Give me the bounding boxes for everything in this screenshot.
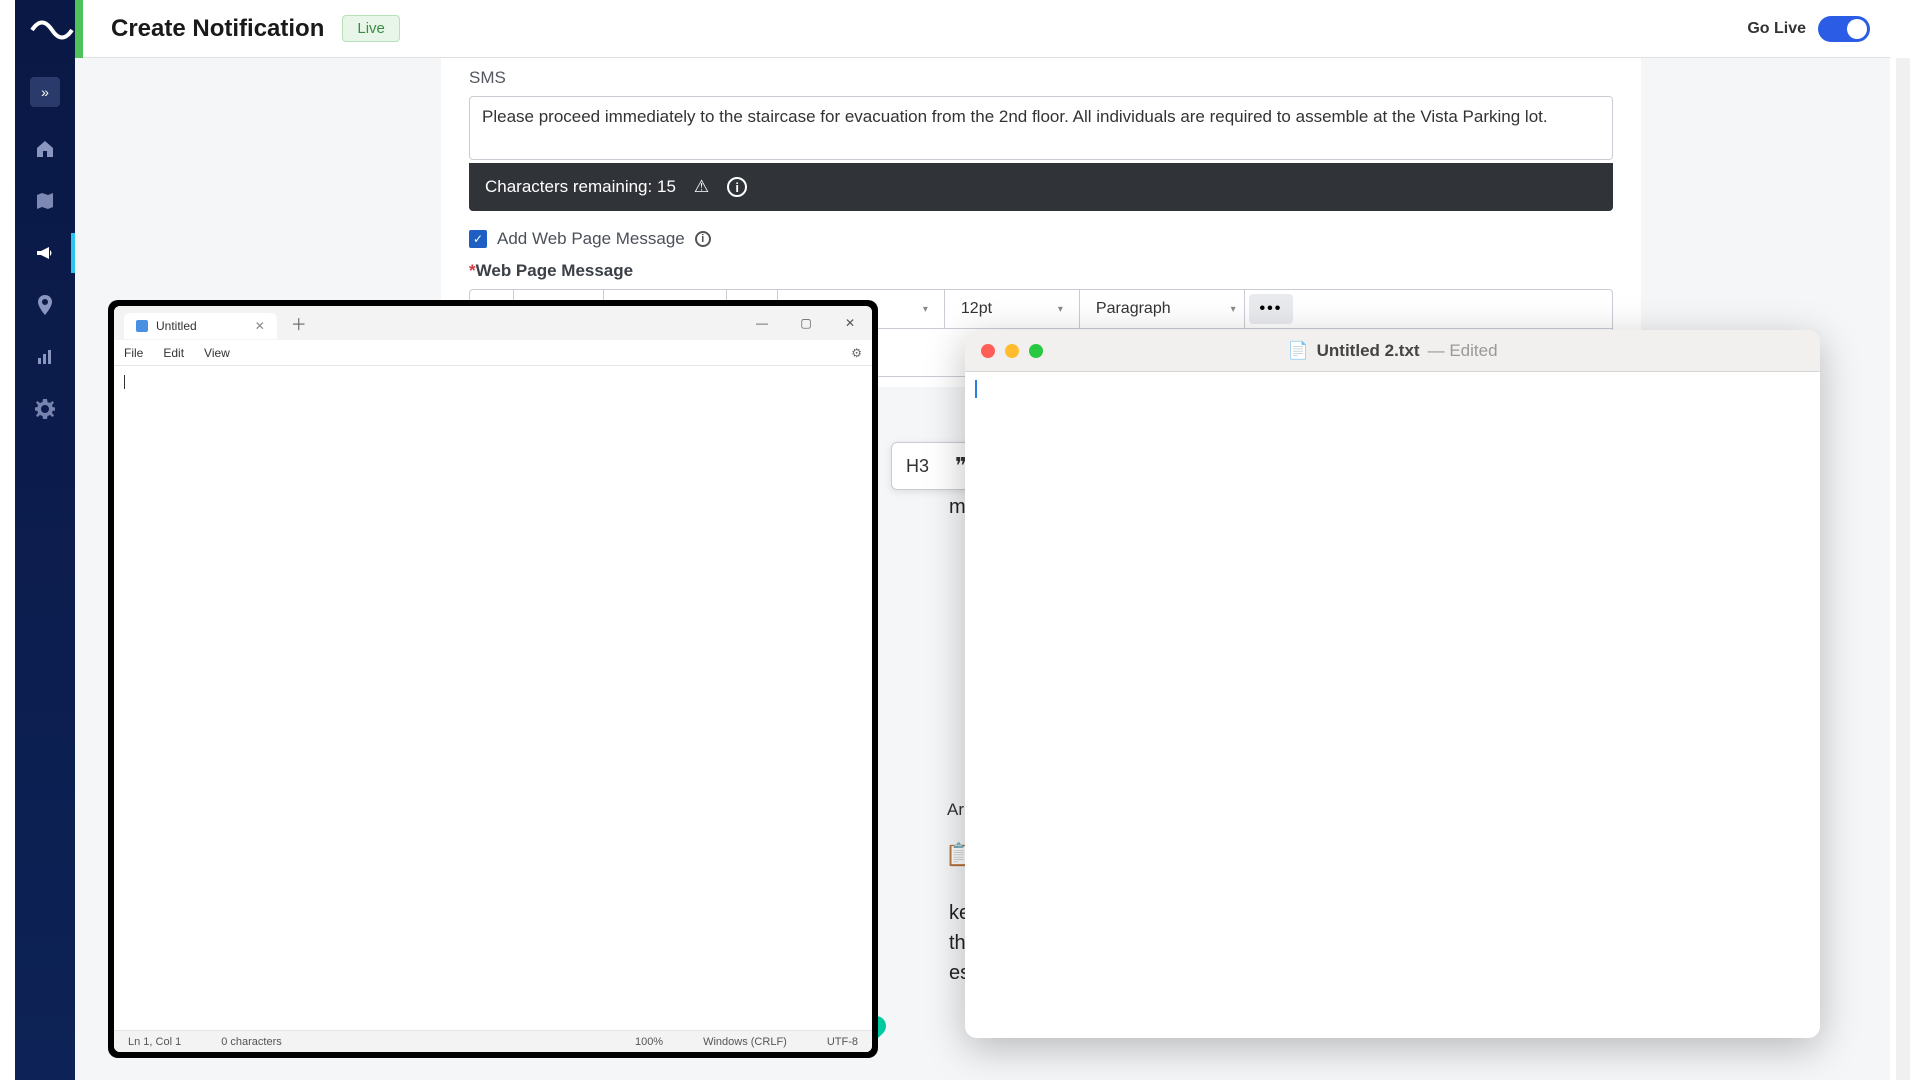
sms-label: SMS [469,68,1613,88]
app-sidebar: » [15,0,75,1080]
notepad-tab-title: Untitled [156,319,197,333]
textedit-window: 📄 Untitled 2.txt — Edited [965,330,1820,1038]
char-value: 15 [657,177,676,196]
notepad-statusbar: Ln 1, Col 1 0 characters 100% Windows (C… [114,1030,872,1052]
add-webpage-row: ✓ Add Web Page Message i [469,229,1613,249]
notepad-tab-close-icon[interactable]: ✕ [255,319,265,333]
h3-button[interactable]: H3 [906,456,929,477]
page-header: Create Notification Live Go Live [75,0,1890,58]
live-badge: Live [342,15,400,42]
paragraph-select[interactable]: Paragraph▾ [1080,300,1244,318]
page-title: Create Notification [111,15,324,43]
minimize-button[interactable]: ― [740,306,784,340]
home-icon[interactable] [33,137,57,161]
pin-icon[interactable] [33,293,57,317]
header-accent [75,0,83,58]
app-logo [27,8,77,52]
menu-file[interactable]: File [124,346,143,360]
minimize-traffic-light[interactable] [1005,344,1019,358]
notepad-menubar: File Edit View ⚙ [114,340,872,366]
status-zoom: 100% [635,1036,663,1048]
sms-input[interactable] [469,96,1613,160]
scrollbar[interactable] [1896,58,1910,1080]
size-select[interactable]: 12pt▾ [945,300,1079,318]
textedit-titlebar[interactable]: 📄 Untitled 2.txt — Edited [965,330,1820,372]
status-line-ending: Windows (CRLF) [703,1036,787,1048]
notepad-window: Untitled ✕ ＋ ― ▢ ✕ File Edit View ⚙ Ln 1… [108,300,878,1058]
sidebar-expand-button[interactable]: » [30,77,60,107]
close-traffic-light[interactable] [981,344,995,358]
notepad-textarea[interactable] [114,366,872,1030]
textedit-body[interactable] [965,372,1820,1038]
info-icon[interactable]: i [727,177,747,197]
notepad-add-tab-button[interactable]: ＋ [291,311,307,335]
textedit-title: Untitled 2.txt [1317,341,1420,361]
info-icon[interactable]: i [695,231,711,247]
go-live-label: Go Live [1747,20,1806,38]
megaphone-icon[interactable] [33,241,57,265]
warning-icon: ⚠ [694,177,709,197]
textedit-edited-label: — Edited [1428,341,1498,361]
status-encoding: UTF-8 [827,1036,858,1048]
go-live-toggle[interactable] [1818,16,1870,42]
menu-edit[interactable]: Edit [163,346,184,360]
add-webpage-label: Add Web Page Message [497,229,685,249]
map-icon[interactable] [33,189,57,213]
status-position: Ln 1, Col 1 [128,1036,181,1048]
webpage-label: *Web Page Message [469,261,1613,281]
document-icon: 📄 [1287,341,1308,361]
close-button[interactable]: ✕ [828,306,872,340]
notepad-doc-icon [136,320,148,332]
more-button[interactable]: ••• [1249,294,1293,324]
maximize-traffic-light[interactable] [1029,344,1043,358]
settings-gear-icon[interactable]: ⚙ [851,346,862,360]
chart-icon[interactable] [33,345,57,369]
notepad-titlebar[interactable]: Untitled ✕ ＋ ― ▢ ✕ [114,306,872,340]
status-chars: 0 characters [221,1036,282,1048]
gear-icon[interactable] [33,397,57,421]
menu-view[interactable]: View [204,346,230,360]
maximize-button[interactable]: ▢ [784,306,828,340]
char-remaining-bar: Characters remaining: 15 ⚠ i [469,163,1613,211]
notepad-tab[interactable]: Untitled ✕ [124,313,277,339]
char-label: Characters remaining: [485,177,652,196]
add-webpage-checkbox[interactable]: ✓ [469,230,487,248]
